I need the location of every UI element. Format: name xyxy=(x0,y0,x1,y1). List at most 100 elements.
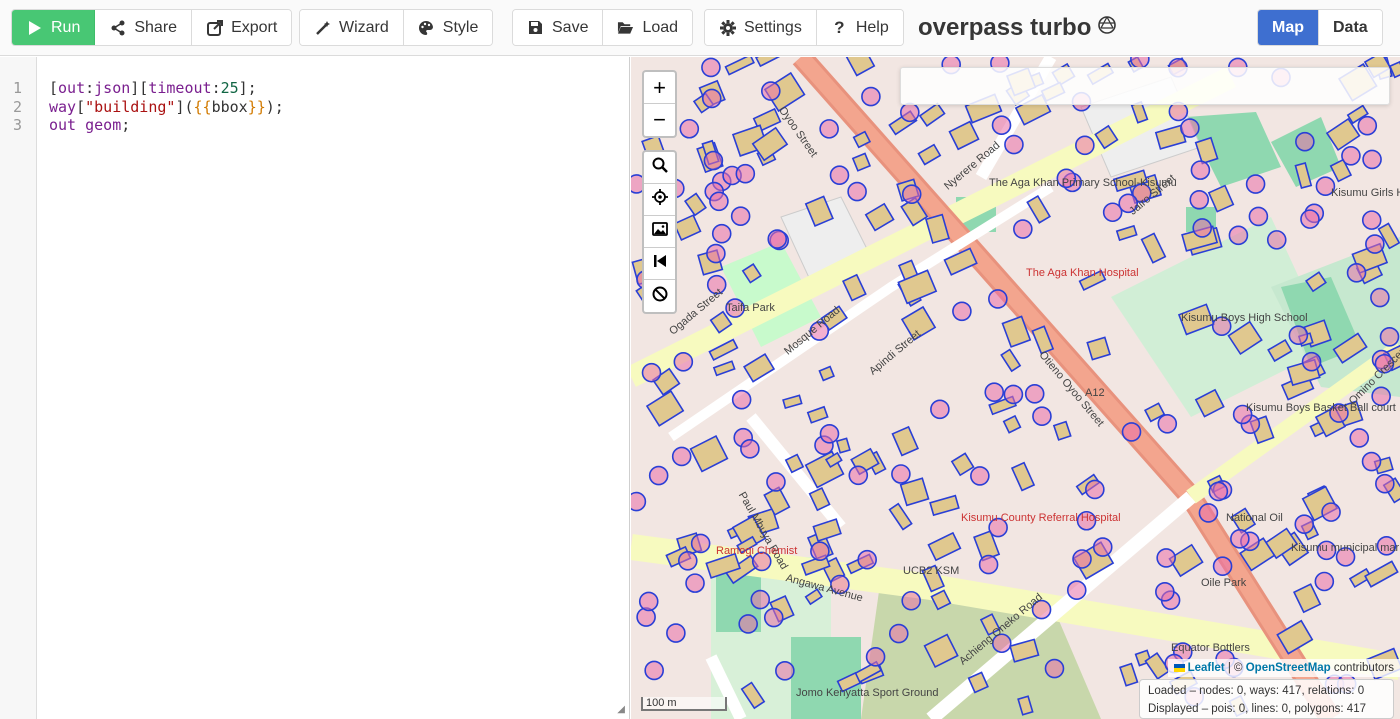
building-centroid-marker[interactable] xyxy=(819,423,840,444)
building-centroid-marker[interactable] xyxy=(1361,451,1382,472)
resize-handle-icon[interactable]: ◢ xyxy=(617,704,625,715)
building-centroid-marker[interactable] xyxy=(685,573,705,593)
building-centroid-marker[interactable] xyxy=(930,399,950,420)
style-button[interactable]: Style xyxy=(403,10,493,45)
building-centroid-marker[interactable] xyxy=(641,362,662,383)
building-centroid-marker[interactable] xyxy=(857,549,877,570)
building-centroid-marker[interactable] xyxy=(1157,413,1178,434)
building-centroid-marker[interactable] xyxy=(666,623,686,643)
building-centroid-marker[interactable] xyxy=(1357,115,1378,136)
locate-me-button[interactable] xyxy=(644,184,675,216)
building-centroid-marker[interactable] xyxy=(810,541,830,562)
building-centroid-marker[interactable] xyxy=(901,590,921,611)
building-centroid-marker[interactable] xyxy=(1248,206,1269,227)
building-centroid-marker[interactable] xyxy=(1155,582,1175,602)
building-centroid-marker[interactable] xyxy=(978,554,999,575)
building-centroid-marker[interactable] xyxy=(738,614,758,634)
building-centroid-marker[interactable] xyxy=(1361,210,1382,230)
building-centroid-marker[interactable] xyxy=(671,446,692,467)
building-centroid-marker[interactable] xyxy=(1168,101,1189,122)
toggle-data-overlay-button[interactable] xyxy=(644,216,675,248)
building-centroid-marker[interactable] xyxy=(1156,548,1176,568)
map-view[interactable]: Oyoo Street Nyerere Road Jairo Street The A… xyxy=(631,57,1400,719)
building-centroid-marker[interactable] xyxy=(865,647,886,667)
save-button[interactable]: Save xyxy=(513,10,604,45)
building-centroid-marker[interactable] xyxy=(970,466,990,486)
building-centroid-marker[interactable] xyxy=(861,86,881,107)
building-centroid-marker[interactable] xyxy=(631,491,647,512)
building-centroid-marker[interactable] xyxy=(703,150,724,171)
building-centroid-marker[interactable] xyxy=(1349,428,1370,448)
building-centroid-marker[interactable] xyxy=(1379,326,1400,347)
building-centroid-marker[interactable] xyxy=(901,184,922,204)
building-centroid-marker[interactable] xyxy=(767,229,788,249)
code-line[interactable]: [out:json][timeout:25]; xyxy=(49,79,257,98)
building-centroid-marker[interactable] xyxy=(819,119,839,139)
building-centroid-marker[interactable] xyxy=(731,389,752,410)
building-centroid-marker[interactable] xyxy=(1300,209,1320,229)
settings-button[interactable]: Settings xyxy=(705,10,817,45)
building-centroid-marker[interactable] xyxy=(1230,529,1250,549)
building-centroid-marker[interactable] xyxy=(1314,571,1335,592)
code-line[interactable]: way["building"]({{bbox}}); xyxy=(49,98,284,117)
building-centroid-marker[interactable] xyxy=(1370,287,1390,308)
building-centroid-marker[interactable] xyxy=(1321,502,1341,522)
building-centroid-marker[interactable] xyxy=(829,165,850,185)
building-centroid-marker[interactable] xyxy=(1212,556,1233,576)
building-centroid-marker[interactable] xyxy=(1192,218,1213,238)
building-centroid-marker[interactable] xyxy=(1003,384,1024,405)
zoom-in-button[interactable]: + xyxy=(644,72,675,104)
building-centroid-marker[interactable] xyxy=(766,472,786,492)
building-centroid-marker[interactable] xyxy=(1044,658,1065,679)
search-location-button[interactable] xyxy=(644,152,675,184)
building-centroid-marker[interactable] xyxy=(1301,351,1322,372)
building-centroid-marker[interactable] xyxy=(900,102,920,123)
load-button[interactable]: Load xyxy=(603,10,693,45)
building-centroid-marker[interactable] xyxy=(1295,131,1315,152)
help-button[interactable]: ? Help xyxy=(816,10,903,45)
building-centroid-marker[interactable] xyxy=(1121,422,1142,442)
building-centroid-marker[interactable] xyxy=(706,243,726,264)
building-centroid-marker[interactable] xyxy=(775,661,795,681)
building-centroid-marker[interactable] xyxy=(648,465,669,486)
building-centroid-marker[interactable] xyxy=(952,301,972,322)
building-centroid-marker[interactable] xyxy=(1013,219,1033,239)
code-line[interactable]: out geom; xyxy=(49,116,130,135)
building-centroid-marker[interactable] xyxy=(673,352,694,372)
building-centroid-marker[interactable] xyxy=(1072,549,1092,569)
building-centroid-marker[interactable] xyxy=(690,533,711,554)
building-centroid-marker[interactable] xyxy=(711,223,732,244)
building-centroid-marker[interactable] xyxy=(1341,146,1361,166)
leaflet-link[interactable]: Leaflet xyxy=(1188,662,1225,674)
building-centroid-marker[interactable] xyxy=(761,81,781,101)
building-centroid-marker[interactable] xyxy=(679,118,700,139)
building-centroid-marker[interactable] xyxy=(988,289,1008,309)
building-centroid-marker[interactable] xyxy=(984,382,1005,403)
building-centroid-marker[interactable] xyxy=(1092,537,1113,557)
building-centroid-marker[interactable] xyxy=(763,607,784,628)
share-button[interactable]: Share xyxy=(95,10,193,45)
building-centroid-marker[interactable] xyxy=(1066,580,1087,601)
building-centroid-marker[interactable] xyxy=(709,191,729,212)
data-tab-button[interactable]: Data xyxy=(1319,10,1382,45)
building-centroid-marker[interactable] xyxy=(848,465,869,486)
building-centroid-marker[interactable] xyxy=(1190,160,1211,180)
zoom-out-button[interactable]: − xyxy=(644,104,675,136)
building-centroid-marker[interactable] xyxy=(891,464,911,484)
building-centroid-marker[interactable] xyxy=(1266,230,1287,250)
building-centroid-marker[interactable] xyxy=(1198,503,1219,523)
zoom-to-data-button[interactable] xyxy=(644,248,675,280)
building-centroid-marker[interactable] xyxy=(1245,174,1266,194)
wizard-button[interactable]: Wizard xyxy=(300,10,404,45)
building-centroid-marker[interactable] xyxy=(847,181,867,202)
building-centroid-marker[interactable] xyxy=(1085,479,1105,500)
building-centroid-marker[interactable] xyxy=(1228,225,1249,246)
building-centroid-marker[interactable] xyxy=(735,163,756,184)
building-centroid-marker[interactable] xyxy=(701,88,722,109)
map-search-box[interactable] xyxy=(900,67,1390,105)
building-centroid-marker[interactable] xyxy=(1004,134,1024,155)
building-centroid-marker[interactable] xyxy=(1180,118,1200,138)
building-centroid-marker[interactable] xyxy=(740,439,760,459)
export-button[interactable]: Export xyxy=(192,10,292,45)
building-centroid-marker[interactable] xyxy=(991,115,1012,135)
